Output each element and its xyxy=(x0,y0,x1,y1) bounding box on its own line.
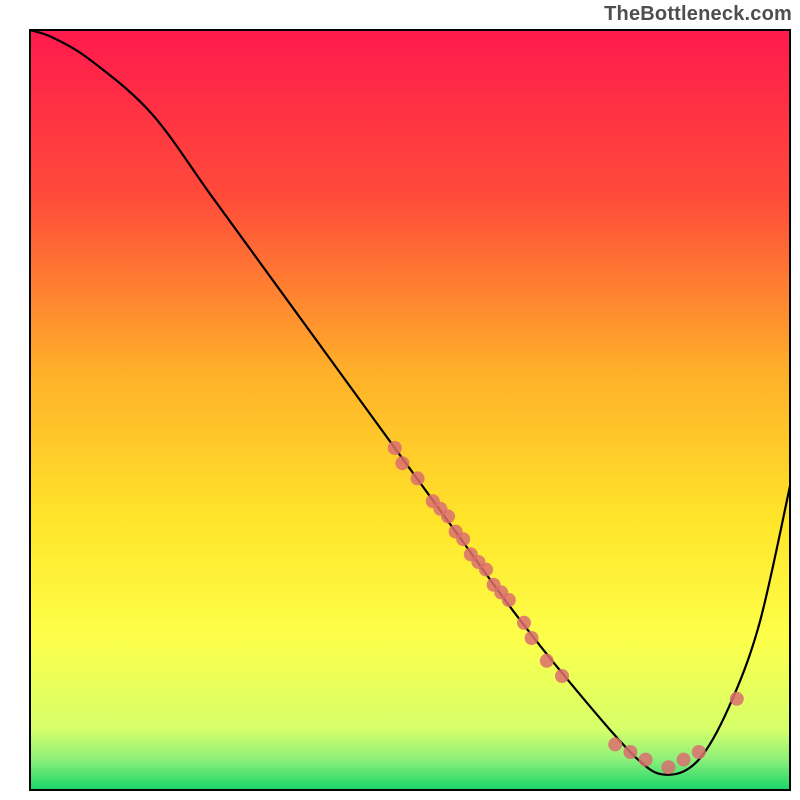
data-point xyxy=(388,441,402,455)
data-point xyxy=(692,745,706,759)
gradient-background xyxy=(30,30,790,790)
data-point xyxy=(730,692,744,706)
data-point xyxy=(555,669,569,683)
data-point xyxy=(677,753,691,767)
data-point xyxy=(411,471,425,485)
data-point xyxy=(395,456,409,470)
data-point xyxy=(661,760,675,774)
data-point xyxy=(441,509,455,523)
chart-svg xyxy=(0,0,800,800)
data-point xyxy=(540,654,554,668)
data-point xyxy=(525,631,539,645)
data-point xyxy=(502,593,516,607)
data-point xyxy=(479,563,493,577)
plot-area xyxy=(30,30,790,790)
chart-container: TheBottleneck.com xyxy=(0,0,800,800)
data-point xyxy=(456,532,470,546)
data-point xyxy=(639,753,653,767)
data-point xyxy=(608,737,622,751)
data-point xyxy=(623,745,637,759)
data-point xyxy=(517,616,531,630)
